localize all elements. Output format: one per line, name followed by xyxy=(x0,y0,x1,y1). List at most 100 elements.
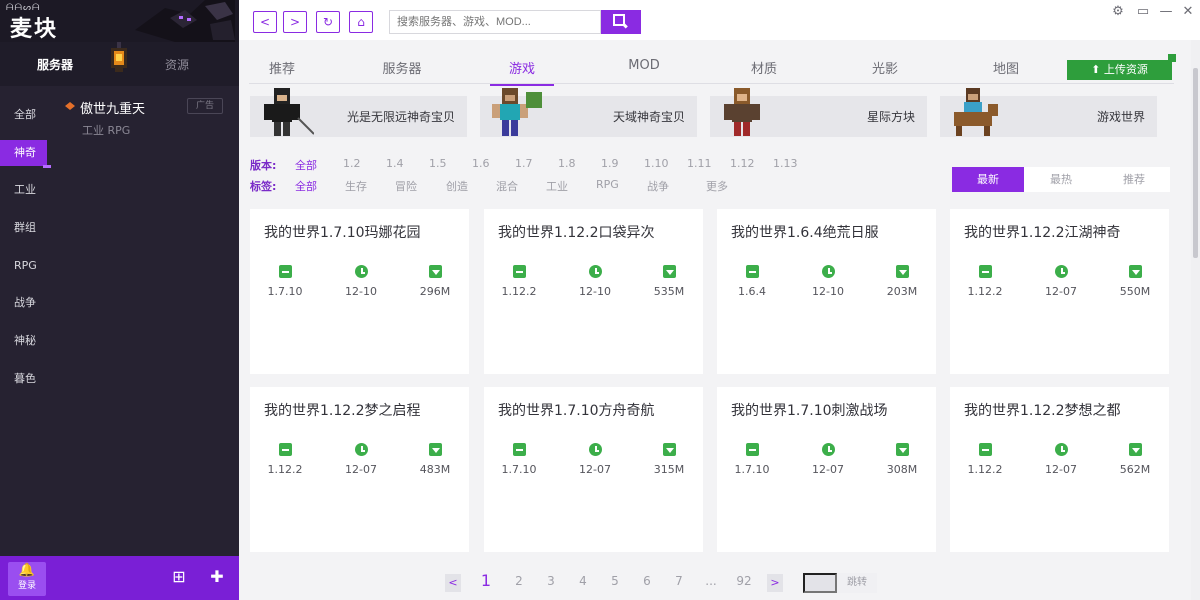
page-number[interactable]: 6 xyxy=(637,574,657,588)
search-input[interactable] xyxy=(389,10,601,34)
tag-option[interactable]: 工业 xyxy=(546,178,568,194)
version-option[interactable]: 1.10 xyxy=(644,157,669,170)
search-button[interactable] xyxy=(601,10,641,34)
page-jump-button[interactable]: 跳转 xyxy=(837,573,877,593)
tab-mod[interactable]: MOD xyxy=(604,58,684,73)
game-card-stat: 1.7.10 xyxy=(727,443,777,476)
game-controller-icon[interactable]: ✚ xyxy=(208,568,226,586)
tag-option[interactable]: 混合 xyxy=(496,178,518,194)
category-group[interactable]: 群组 xyxy=(0,215,50,241)
page-number[interactable]: 2 xyxy=(509,574,529,588)
prev-page-button[interactable]: < xyxy=(445,574,461,592)
game-card[interactable]: 我的世界1.12.2江湖神奇 1.12.2 12-07 550M xyxy=(950,209,1169,374)
category-industry[interactable]: 工业 xyxy=(0,177,50,203)
featured-label: 天域神奇宝贝 xyxy=(612,110,685,124)
game-card[interactable]: 我的世界1.6.4绝荒日服 1.6.4 12-10 203M xyxy=(717,209,936,374)
game-card[interactable]: 我的世界1.7.10玛娜花园 1.7.10 12-10 296M xyxy=(250,209,469,374)
minimize-icon[interactable]: — xyxy=(1157,4,1175,19)
category-rpg[interactable]: RPG xyxy=(0,253,50,279)
character-icon xyxy=(954,88,998,136)
game-card-stat: 1.12.2 xyxy=(494,265,544,298)
bell-icon: 🔔 xyxy=(18,563,36,578)
game-card-stat: 483M xyxy=(410,443,460,476)
clock-icon xyxy=(1054,443,1068,456)
tag-option[interactable]: 生存 xyxy=(345,178,367,194)
version-option[interactable]: 1.9 xyxy=(601,157,619,170)
sort-latest-button[interactable]: 最新 xyxy=(952,167,1024,192)
game-card[interactable]: 我的世界1.7.10刺激战场 1.7.10 12-07 308M xyxy=(717,387,936,552)
sort-hottest-button[interactable]: 最热 xyxy=(1025,167,1097,192)
category-war[interactable]: 战争 xyxy=(0,290,50,316)
game-card-title: 我的世界1.7.10玛娜花园 xyxy=(264,225,421,241)
page-number[interactable]: 92 xyxy=(733,574,755,588)
tab-textures[interactable]: 材质 xyxy=(724,58,804,77)
page-number[interactable]: 5 xyxy=(605,574,625,588)
tag-option[interactable]: 创造 xyxy=(446,178,468,194)
server-list-item[interactable]: 傲世九重天 广告 工业 RPG xyxy=(62,96,232,142)
version-option[interactable]: 1.5 xyxy=(429,157,447,170)
refresh-button[interactable]: ↻ xyxy=(316,11,340,33)
version-option[interactable]: 1.2 xyxy=(343,157,361,170)
scrollbar-thumb[interactable] xyxy=(1193,68,1198,258)
tab-games[interactable]: 游戏 xyxy=(482,58,562,86)
scrollbar[interactable] xyxy=(1191,40,1200,600)
featured-item[interactable]: 天域神奇宝贝 xyxy=(480,88,697,137)
sidebar-tab-servers[interactable]: 服务器 xyxy=(37,56,73,73)
sidebar-tab-resources[interactable]: 资源 xyxy=(165,56,189,73)
login-button[interactable]: 🔔 登录 xyxy=(8,562,46,596)
version-option[interactable]: 1.6 xyxy=(472,157,490,170)
featured-item[interactable]: 星际方块 xyxy=(710,88,927,137)
category-twilight[interactable]: 暮色 xyxy=(0,366,50,392)
game-card-stat: 12-07 xyxy=(1036,265,1086,298)
tab-recommend[interactable]: 推荐 xyxy=(242,58,322,77)
tag-option[interactable]: RPG xyxy=(596,178,619,191)
page-number[interactable]: 4 xyxy=(573,574,593,588)
file-size: 308M xyxy=(886,463,918,476)
close-icon[interactable]: ✕ xyxy=(1179,4,1197,19)
tag-option[interactable]: 全部 xyxy=(295,178,317,194)
game-card-stat: 1.7.10 xyxy=(494,443,544,476)
tag-option[interactable]: 更多 xyxy=(706,178,728,194)
version-option[interactable]: 1.11 xyxy=(687,157,712,170)
page-jump-input[interactable] xyxy=(803,573,837,593)
game-card[interactable]: 我的世界1.12.2口袋异次 1.12.2 12-10 535M xyxy=(484,209,703,374)
game-card[interactable]: 我的世界1.7.10方舟奇航 1.7.10 12-07 315M xyxy=(484,387,703,552)
sort-recommended-button[interactable]: 推荐 xyxy=(1098,167,1170,192)
update-date: 12-07 xyxy=(812,463,844,476)
category-mystery[interactable]: 神秘 xyxy=(0,328,50,354)
page-number[interactable]: 7 xyxy=(669,574,689,588)
featured-item[interactable]: 游戏世界 xyxy=(940,88,1157,137)
game-card[interactable]: 我的世界1.12.2梦想之都 1.12.2 12-07 562M xyxy=(950,387,1169,552)
forward-button[interactable]: > xyxy=(283,11,307,33)
update-date: 12-10 xyxy=(345,285,377,298)
category-magic[interactable]: 神奇 xyxy=(0,140,51,168)
version-option[interactable]: 全部 xyxy=(295,157,317,173)
version-option[interactable]: 1.7 xyxy=(515,157,533,170)
home-button[interactable]: ⌂ xyxy=(349,11,373,33)
back-button[interactable]: < xyxy=(253,11,277,33)
game-card[interactable]: 我的世界1.12.2梦之启程 1.12.2 12-07 483M xyxy=(250,387,469,552)
tag-option[interactable]: 战争 xyxy=(647,178,669,194)
version-option[interactable]: 1.4 xyxy=(386,157,404,170)
feedback-icon[interactable]: ▭ xyxy=(1134,4,1152,19)
category-all[interactable]: 全部 xyxy=(0,102,50,128)
game-version: 1.7.10 xyxy=(734,463,770,476)
login-label: 登录 xyxy=(17,581,36,591)
page-number[interactable]: 1 xyxy=(476,571,496,590)
update-date: 12-10 xyxy=(812,285,844,298)
tab-servers[interactable]: 服务器 xyxy=(362,58,442,77)
page-number[interactable]: 3 xyxy=(541,574,561,588)
game-version: 1.6.4 xyxy=(738,285,766,298)
version-option[interactable]: 1.12 xyxy=(730,157,755,170)
tab-shaders[interactable]: 光影 xyxy=(845,58,925,77)
featured-item[interactable]: 光是无限远神奇宝贝 xyxy=(250,88,467,137)
tab-maps[interactable]: 地图 xyxy=(966,58,1046,77)
upload-button[interactable]: ⬆ 上传资源 xyxy=(1067,54,1176,80)
add-icon[interactable]: ⊞ xyxy=(170,568,188,586)
settings-icon[interactable]: ⚙ xyxy=(1109,4,1127,19)
version-option[interactable]: 1.8 xyxy=(558,157,576,170)
next-page-button[interactable]: > xyxy=(767,574,783,592)
version-option[interactable]: 1.13 xyxy=(773,157,798,170)
tag-option[interactable]: 冒险 xyxy=(395,178,417,194)
game-card-title: 我的世界1.7.10方舟奇航 xyxy=(498,403,655,419)
